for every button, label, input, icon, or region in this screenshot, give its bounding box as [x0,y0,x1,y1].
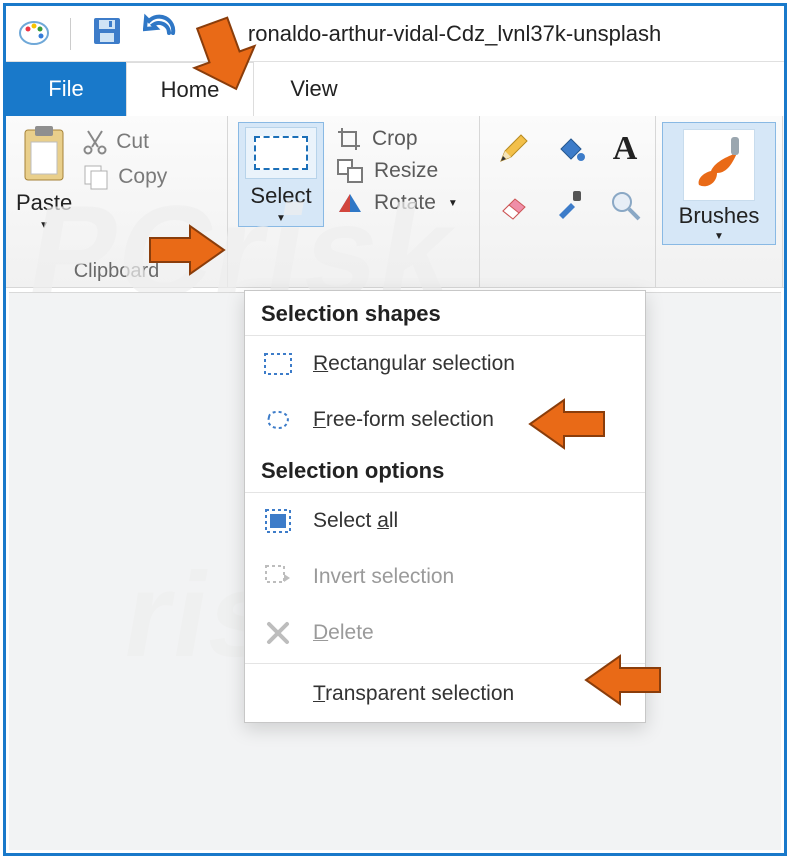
chevron-down-icon: ▼ [714,231,724,242]
quick-access-toolbar: ▼ ronaldo-arthur-vidal-Cdz_lvnl37k-unspl… [6,6,784,62]
rectangular-selection-icon [261,352,295,376]
annotation-arrow [190,16,264,94]
group-brushes: Brushes ▼ [656,116,783,287]
menu-item-invert-selection: Invert selection [245,549,645,605]
fill-tool[interactable] [546,126,592,172]
select-all-icon [261,508,295,534]
brushes-label: Brushes [679,203,760,229]
freeform-selection-icon [261,407,295,433]
annotation-arrow [582,654,664,706]
group-label [490,256,645,285]
cut-label: Cut [116,130,149,154]
menu-item-label: Transparent selection [313,682,514,706]
text-tool[interactable]: A [602,126,648,172]
cut-button[interactable]: Cut [78,126,171,158]
separator [70,18,71,50]
color-picker-tool[interactable] [546,182,592,228]
tab-file[interactable]: File [6,62,126,116]
menu-item-select-all[interactable]: Select all [245,493,645,549]
save-icon[interactable] [89,13,125,54]
menu-item-label: Delete [313,621,374,645]
crop-button[interactable]: Crop [332,124,462,154]
ribbon-tabs: File Home View [6,62,784,116]
app-window: PCrisk ▼ ronaldo-arthur-vidal-Cdz_lvnl37… [3,3,787,856]
pencil-tool[interactable] [490,126,536,172]
menu-item-label: Rectangular selection [313,352,515,376]
paint-app-icon [16,13,52,54]
invert-selection-icon [261,564,295,590]
eraser-tool[interactable] [490,182,536,228]
menu-item-label: Invert selection [313,565,454,589]
annotation-arrow [146,224,228,276]
menu-item-label: Free-form selection [313,408,494,432]
tab-view[interactable]: View [254,62,374,116]
brushes-button[interactable]: Brushes ▼ [662,122,776,245]
annotation-arrow [526,398,608,450]
menu-item-rectangular-selection[interactable]: Rectangular selection [245,336,645,392]
menu-item-label: Select all [313,509,398,533]
menu-item-delete: Delete [245,605,645,661]
group-tools: A [480,116,656,287]
crop-label: Crop [372,127,418,151]
menu-header-shapes: Selection shapes [245,291,645,336]
menu-header-options: Selection options [245,448,645,493]
magnifier-tool[interactable] [602,182,648,228]
undo-icon[interactable] [143,13,179,54]
delete-icon [261,620,295,646]
document-title: ronaldo-arthur-vidal-Cdz_lvnl37k-unsplas… [248,21,661,47]
